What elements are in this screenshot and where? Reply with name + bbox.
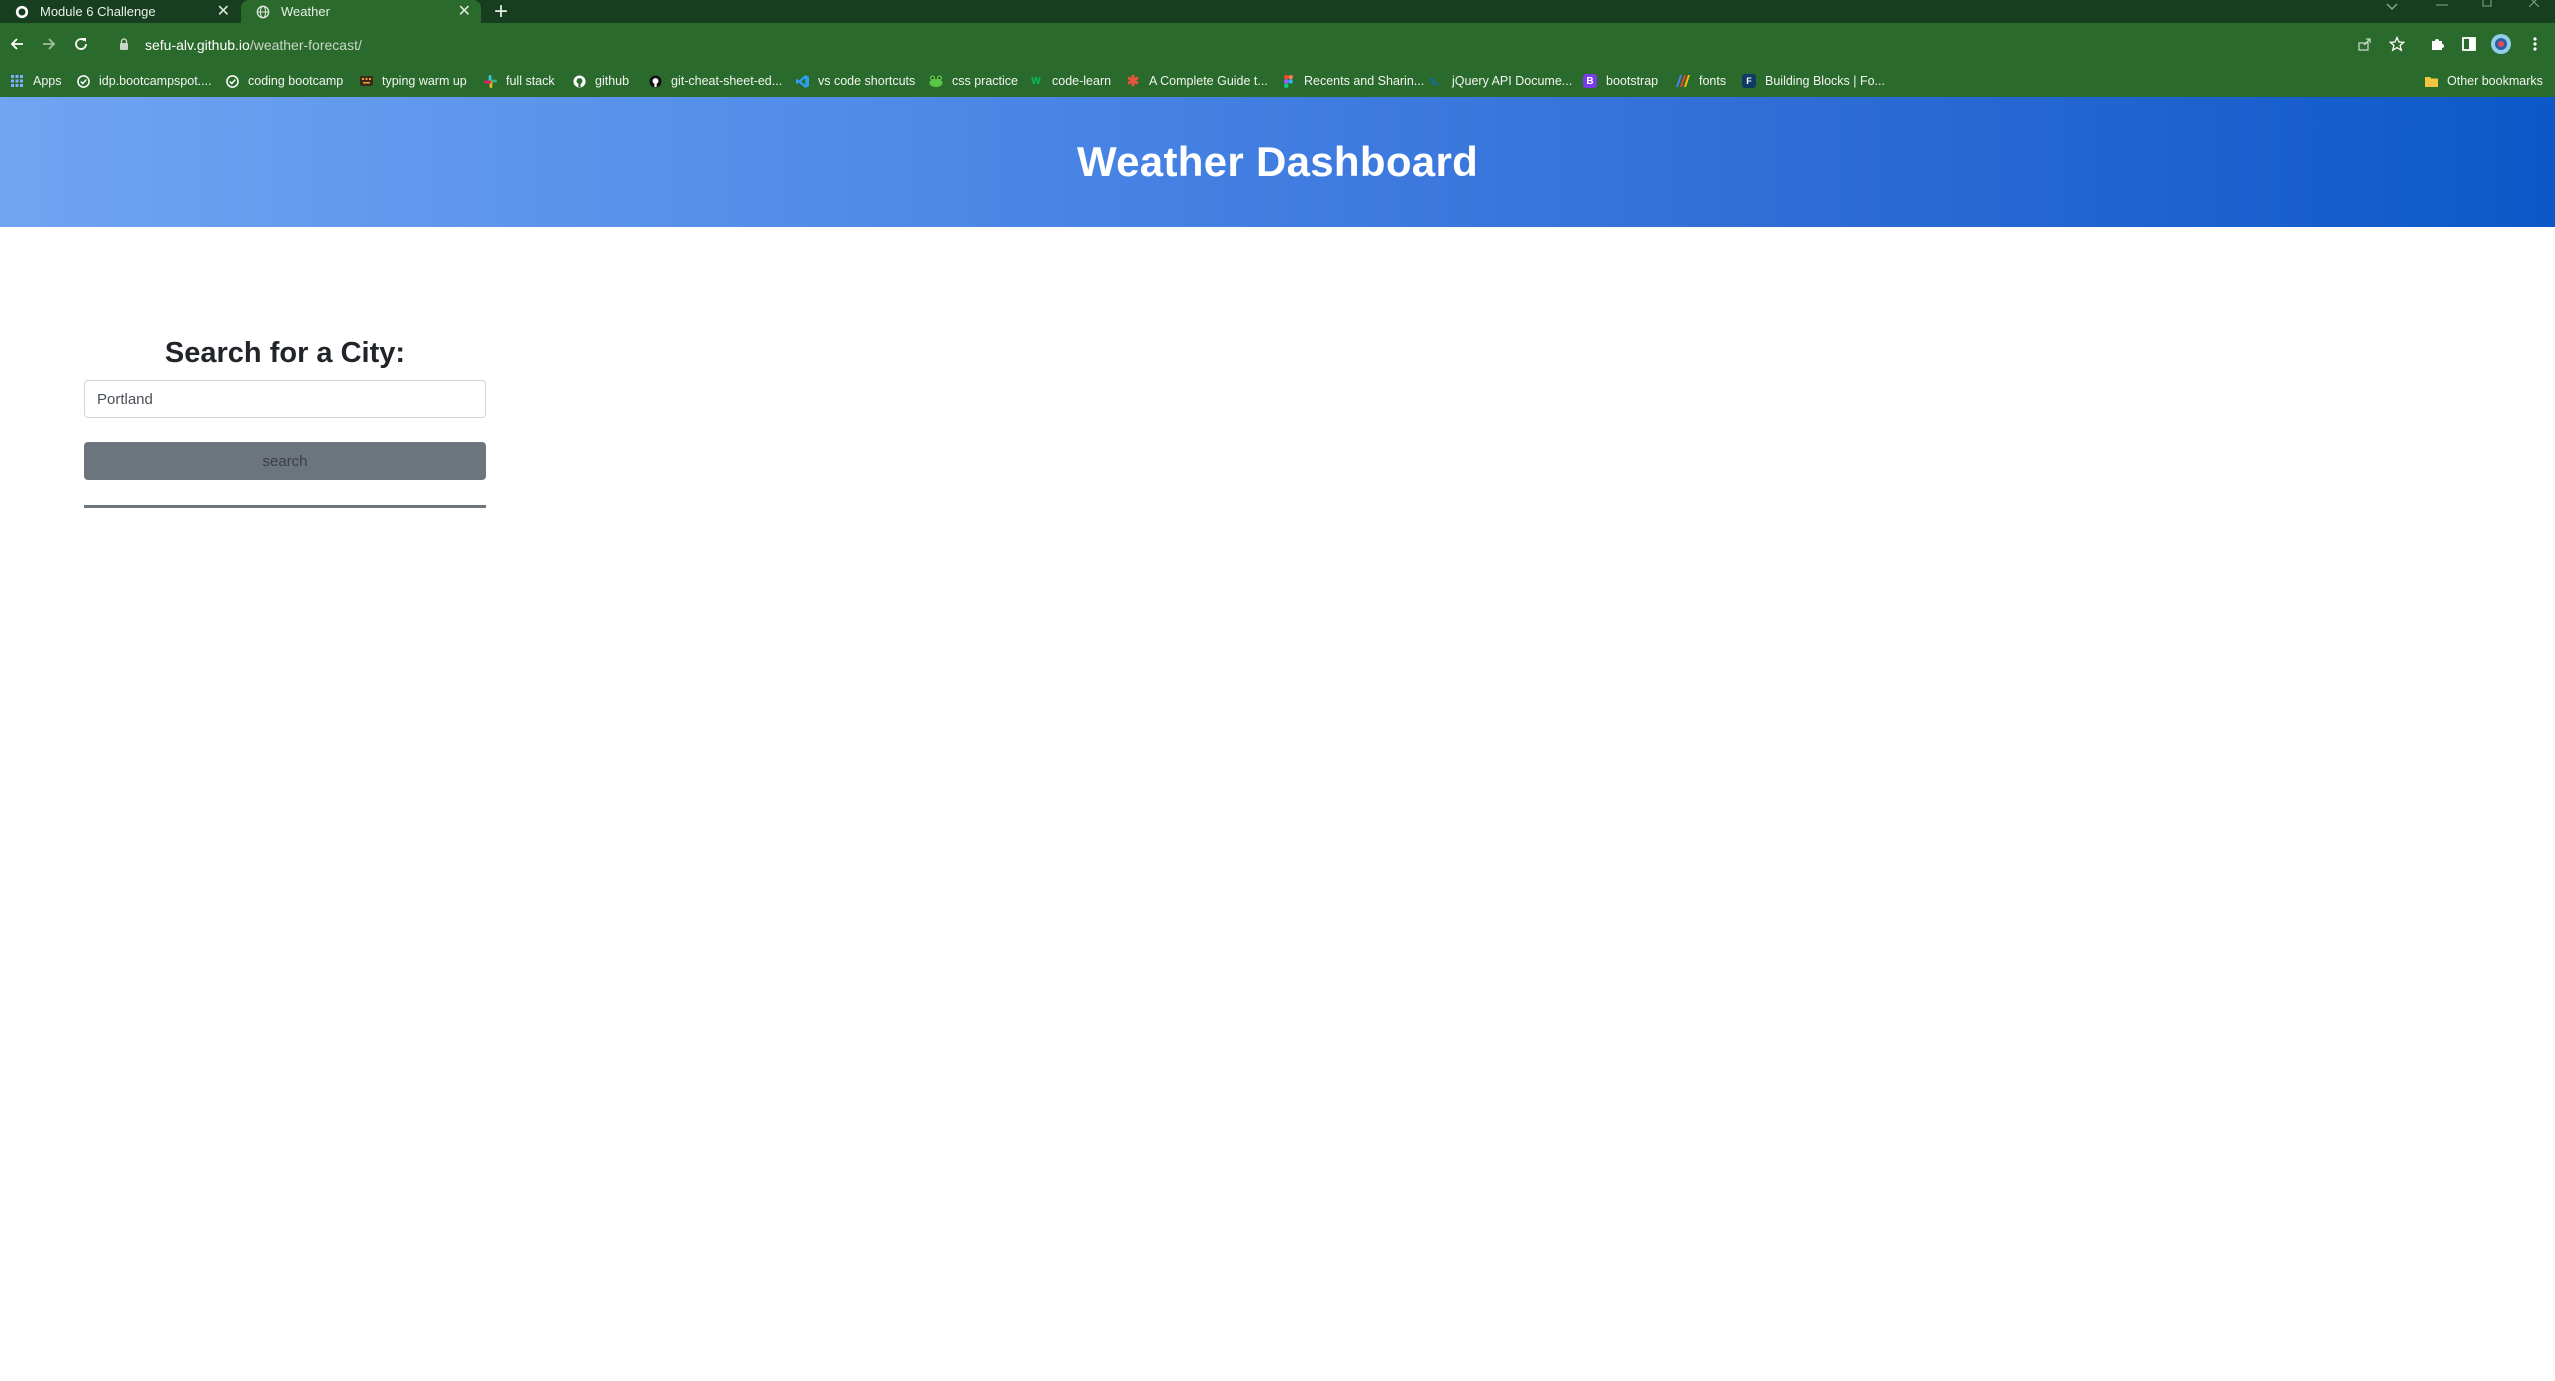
bootstrap-icon: B [1583, 74, 1597, 88]
search-button[interactable]: search [84, 442, 486, 480]
apps-grid-icon [10, 74, 24, 88]
bookmark-label: code-learn [1052, 74, 1112, 88]
bookmark-label: fonts [1699, 74, 1727, 88]
bookmark-label: Apps [33, 74, 62, 88]
bookmark-code-learn[interactable]: W code-learn [1029, 73, 1111, 89]
github-icon [14, 4, 30, 20]
asterisk-icon: ✱ [1126, 73, 1140, 90]
bookmark-label: full stack [506, 74, 555, 88]
browser-toolbar: sefu-alv.github.io/weather-forecast/ [0, 23, 2555, 65]
bookmark-label: Other bookmarks [2447, 74, 2543, 88]
bookmark-label: Recents and Sharin... [1304, 74, 1425, 88]
bookmark-label: idp.bootcampspot.... [99, 74, 212, 88]
menu-kebab-icon[interactable] [2524, 33, 2546, 55]
forward-arrow-icon[interactable] [37, 32, 61, 56]
folder-icon [2424, 74, 2438, 88]
bookmark-label: css practice [952, 74, 1018, 88]
window-close-icon[interactable] [2528, 0, 2540, 8]
extensions-puzzle-icon[interactable] [2426, 33, 2448, 55]
bookmark-label: vs code shortcuts [818, 74, 916, 88]
bookmark-label: git-cheat-sheet-ed... [671, 74, 783, 88]
bookmark-other-bookmarks[interactable]: Other bookmarks [2424, 73, 2543, 89]
url-path: /weather-forecast/ [249, 37, 362, 53]
bookmark-fonts[interactable]: fonts [1676, 73, 1726, 89]
globe-icon [255, 4, 271, 20]
bookmarks-bar: Apps idp.bootcampspot.... coding bootcam… [0, 65, 2555, 97]
tab-search-icon[interactable] [2386, 0, 2398, 11]
bookmark-full-stack[interactable]: full stack [483, 73, 555, 89]
tab-strip: Module 6 Challenge ✕ Weather ✕ + [0, 0, 2555, 25]
fonts-icon [1676, 74, 1690, 88]
bookmark-bootstrap[interactable]: B bootstrap [1583, 73, 1658, 89]
restore-icon[interactable] [2482, 0, 2494, 7]
side-panel-icon[interactable] [2458, 33, 2480, 55]
bookmark-label: A Complete Guide t... [1149, 74, 1268, 88]
jquery-icon [1429, 74, 1443, 88]
bookmark-label: typing warm up [382, 74, 467, 88]
close-tab-icon[interactable]: ✕ [458, 1, 471, 21]
search-panel: Search for a City: search [84, 337, 486, 508]
bookmark-jquery-api[interactable]: jQuery API Docume... [1429, 73, 1572, 89]
figma-icon [1281, 74, 1295, 88]
bookmark-github[interactable]: github [572, 73, 629, 89]
bookmark-coding-bootcamp[interactable]: coding bootcamp [225, 73, 343, 89]
search-history-divider [84, 505, 486, 508]
url-domain: sefu-alv.github.io [145, 37, 250, 53]
search-heading: Search for a City: [164, 337, 406, 369]
keyboard-icon [359, 74, 373, 88]
lock-icon[interactable] [119, 38, 131, 52]
circle-check-icon [76, 74, 90, 88]
address-bar[interactable]: sefu-alv.github.io/weather-forecast/ [103, 29, 2343, 61]
bookmark-label: coding bootcamp [248, 74, 344, 88]
bookmark-label: bootstrap [1606, 74, 1659, 88]
w-icon: W [1031, 75, 1041, 87]
tab-title: Weather [281, 4, 330, 19]
github-icon [572, 74, 586, 88]
frog-icon [929, 74, 943, 88]
page-header: Weather Dashboard [0, 97, 2555, 227]
reload-icon[interactable] [69, 32, 93, 56]
vscode-icon [795, 74, 809, 88]
back-arrow-icon[interactable] [5, 32, 29, 56]
f-icon: F [1742, 74, 1756, 88]
bookmark-git-cheat-sheet[interactable]: git-cheat-sheet-ed... [648, 73, 782, 89]
page-content: Weather Dashboard Search for a City: sea… [0, 97, 2555, 1381]
bookmark-building-blocks[interactable]: F Building Blocks | Fo... [1742, 73, 1885, 89]
tab-module-6-challenge[interactable]: Module 6 Challenge ✕ [0, 0, 240, 23]
bookmark-label: Building Blocks | Fo... [1765, 74, 1885, 88]
slack-icon [483, 74, 497, 88]
bookmark-vs-code-shortcuts[interactable]: vs code shortcuts [795, 73, 915, 89]
tab-weather[interactable]: Weather ✕ [241, 0, 481, 23]
page-title: Weather Dashboard [1076, 138, 1479, 185]
bookmark-idp-bootcampspot[interactable]: idp.bootcampspot.... [76, 73, 212, 89]
city-search-input[interactable] [84, 380, 486, 418]
bookmark-typing-warm-up[interactable]: typing warm up [359, 73, 467, 89]
star-bookmark-icon[interactable] [2386, 33, 2408, 55]
circle-check-icon [225, 74, 239, 88]
bookmark-label: jQuery API Docume... [1452, 74, 1573, 88]
close-tab-icon[interactable]: ✕ [217, 1, 230, 21]
bookmark-recents-and-sharing[interactable]: Recents and Sharin... [1281, 73, 1424, 89]
tab-title: Module 6 Challenge [40, 4, 156, 19]
bookmark-complete-guide[interactable]: ✱ A Complete Guide t... [1126, 73, 1268, 90]
minimize-icon[interactable] [2436, 0, 2448, 8]
bookmark-css-practice[interactable]: css practice [929, 73, 1018, 89]
share-icon[interactable] [2354, 33, 2376, 55]
profile-avatar-icon[interactable] [2490, 33, 2512, 55]
github-icon [648, 74, 662, 88]
bookmark-apps[interactable]: Apps [10, 73, 62, 89]
bookmark-label: github [595, 74, 630, 88]
